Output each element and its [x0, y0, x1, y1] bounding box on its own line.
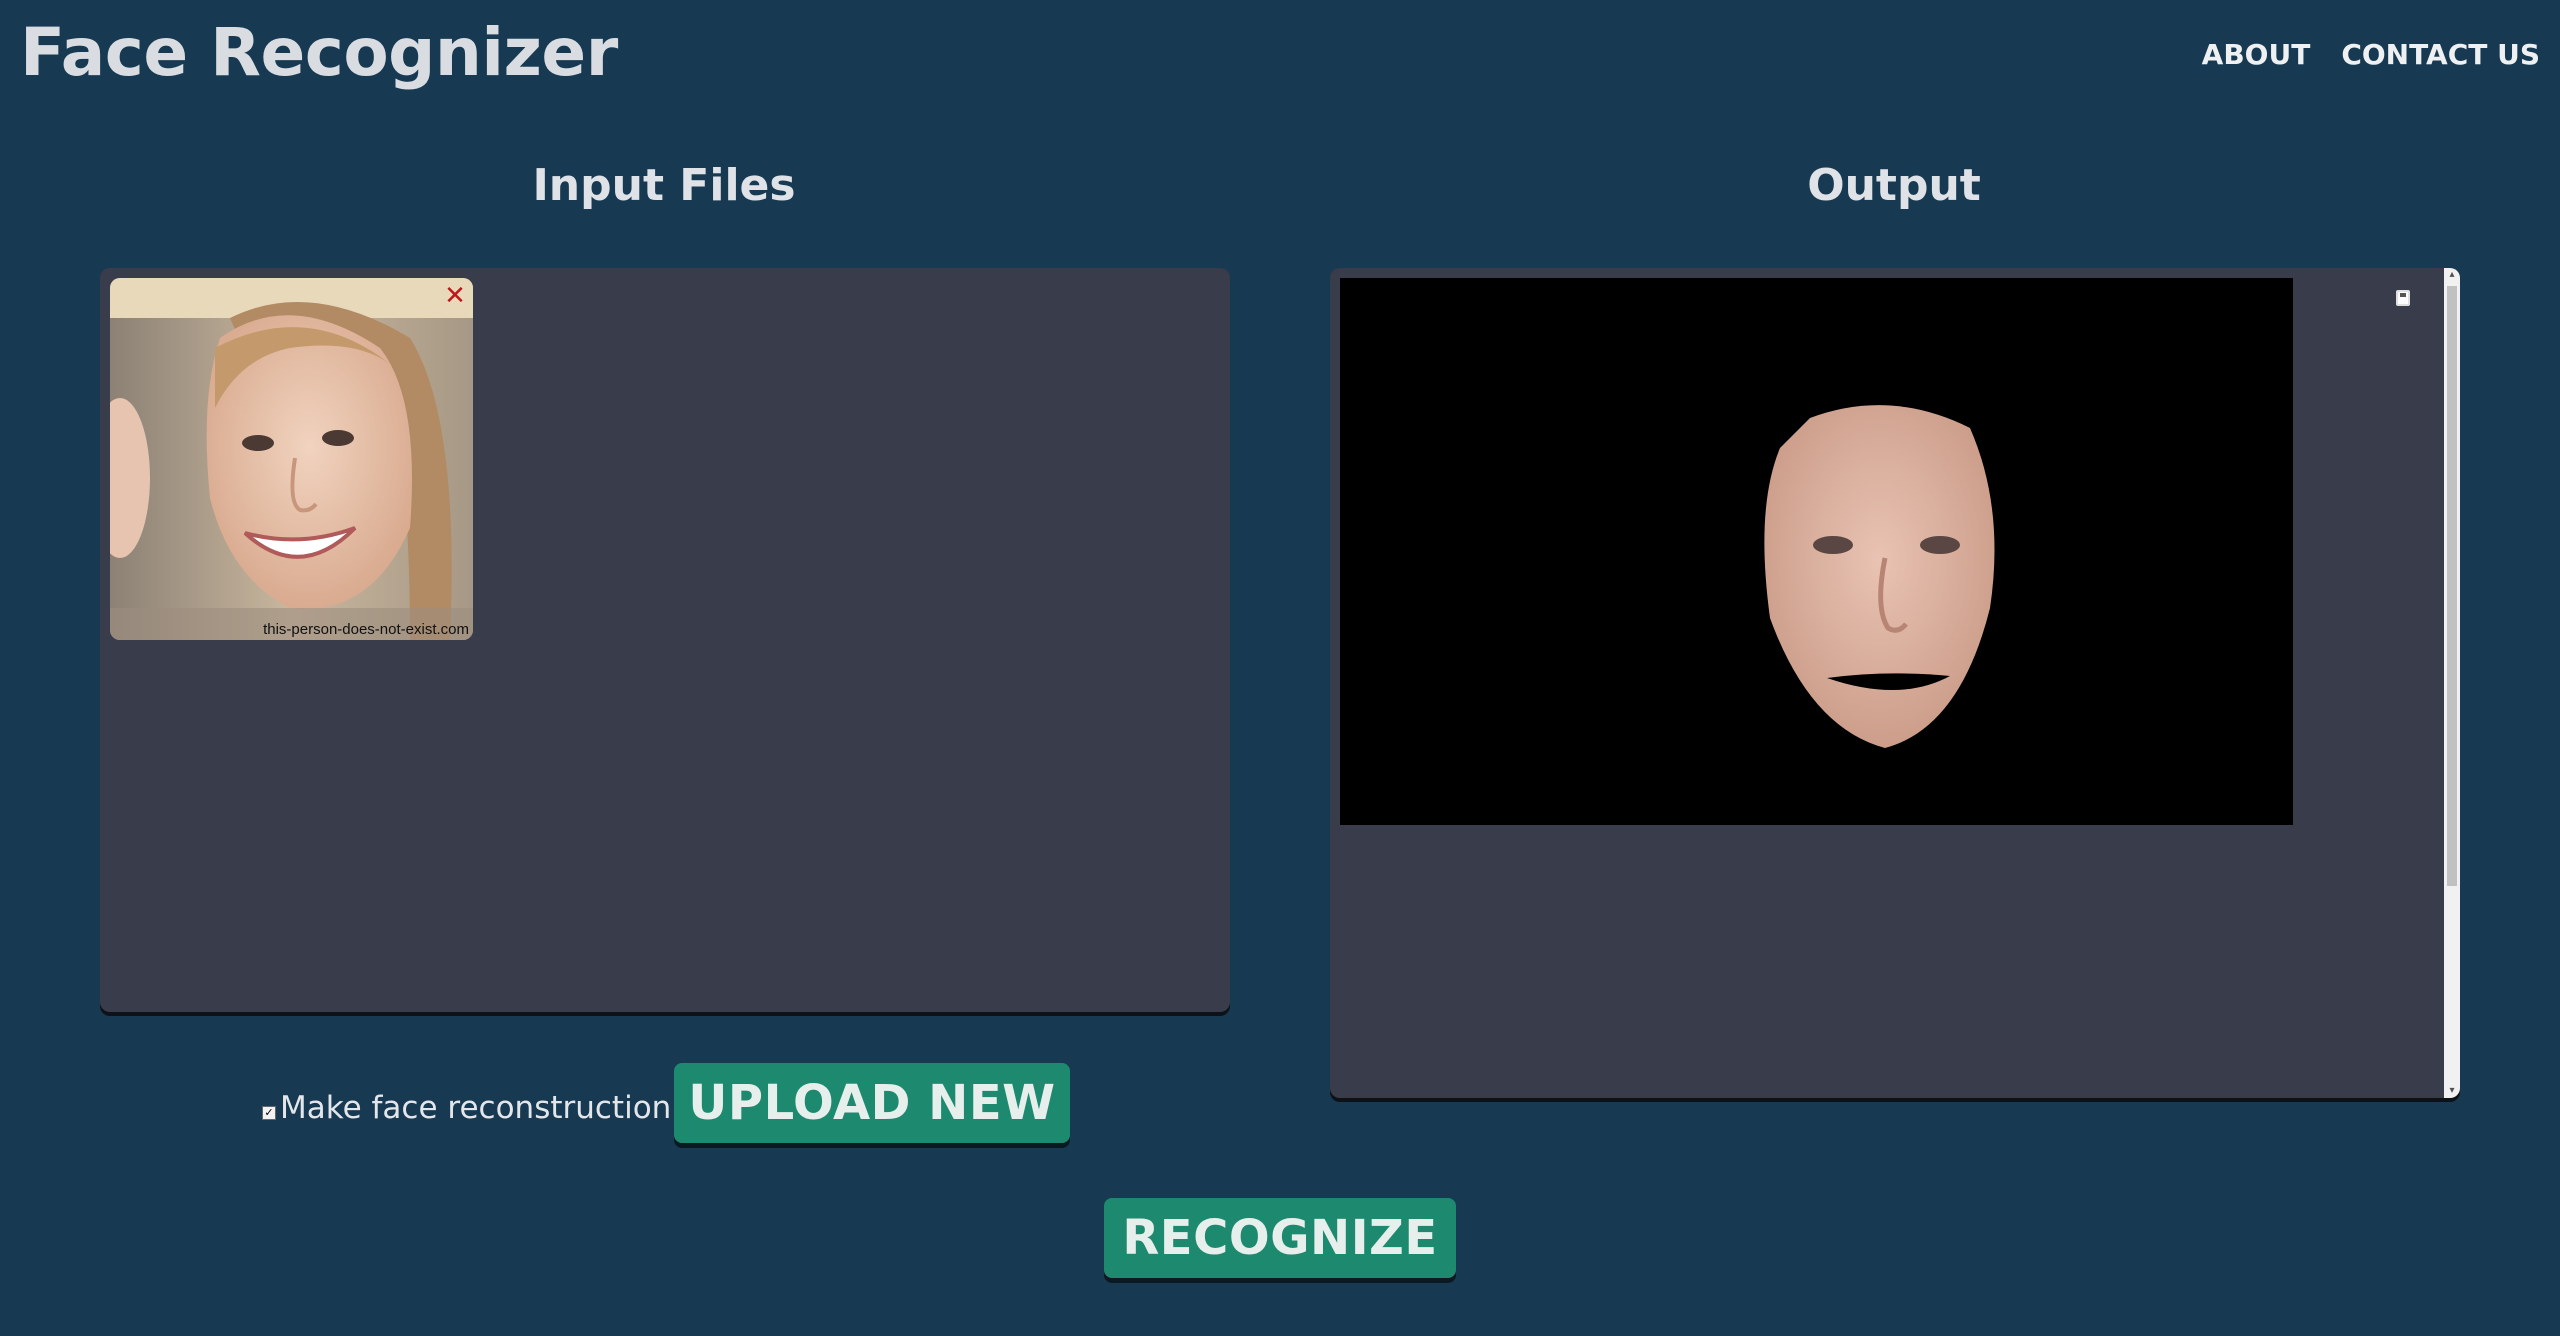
- face-photo: [110, 278, 473, 640]
- reconstructed-face: [1340, 278, 2293, 825]
- image-watermark: this-person-does-not-exist.com: [263, 621, 469, 638]
- app-title: Face Recognizer: [20, 14, 618, 91]
- recognize-button[interactable]: RECOGNIZE: [1104, 1198, 1456, 1278]
- input-image-thumbnail[interactable]: ✕ this-person-does-not-exist.com: [110, 278, 473, 640]
- save-icon[interactable]: [2396, 290, 2410, 306]
- reconstruct-option[interactable]: ✓ Make face reconstruction: [262, 1090, 671, 1126]
- reconstruction-viewer[interactable]: [1340, 278, 2293, 825]
- output-section-title: Output: [1807, 160, 1981, 211]
- reconstruct-checkbox[interactable]: ✓: [262, 1106, 276, 1120]
- page: Face Recognizer ABOUT CONTACT US Input F…: [0, 0, 2560, 1336]
- checkmark-icon: ✓: [264, 1106, 274, 1119]
- reconstruct-label: Make face reconstruction: [280, 1090, 672, 1126]
- close-icon[interactable]: ✕: [443, 283, 467, 309]
- upload-new-button[interactable]: UPLOAD NEW: [674, 1063, 1070, 1143]
- scroll-down-icon[interactable]: ▾: [2444, 1084, 2460, 1098]
- nav-contact-link[interactable]: CONTACT US: [2341, 38, 2540, 71]
- input-files-panel[interactable]: ✕ this-person-does-not-exist.com: [100, 268, 1230, 1012]
- scroll-thumb[interactable]: [2447, 286, 2457, 886]
- nav-about-link[interactable]: ABOUT: [2202, 38, 2311, 71]
- scroll-up-icon[interactable]: ▴: [2444, 268, 2460, 282]
- output-scrollbar[interactable]: ▴ ▾: [2444, 268, 2460, 1098]
- top-nav: ABOUT CONTACT US: [2202, 38, 2540, 71]
- input-section-title: Input Files: [532, 160, 796, 211]
- output-panel: ▴ ▾: [1330, 268, 2460, 1098]
